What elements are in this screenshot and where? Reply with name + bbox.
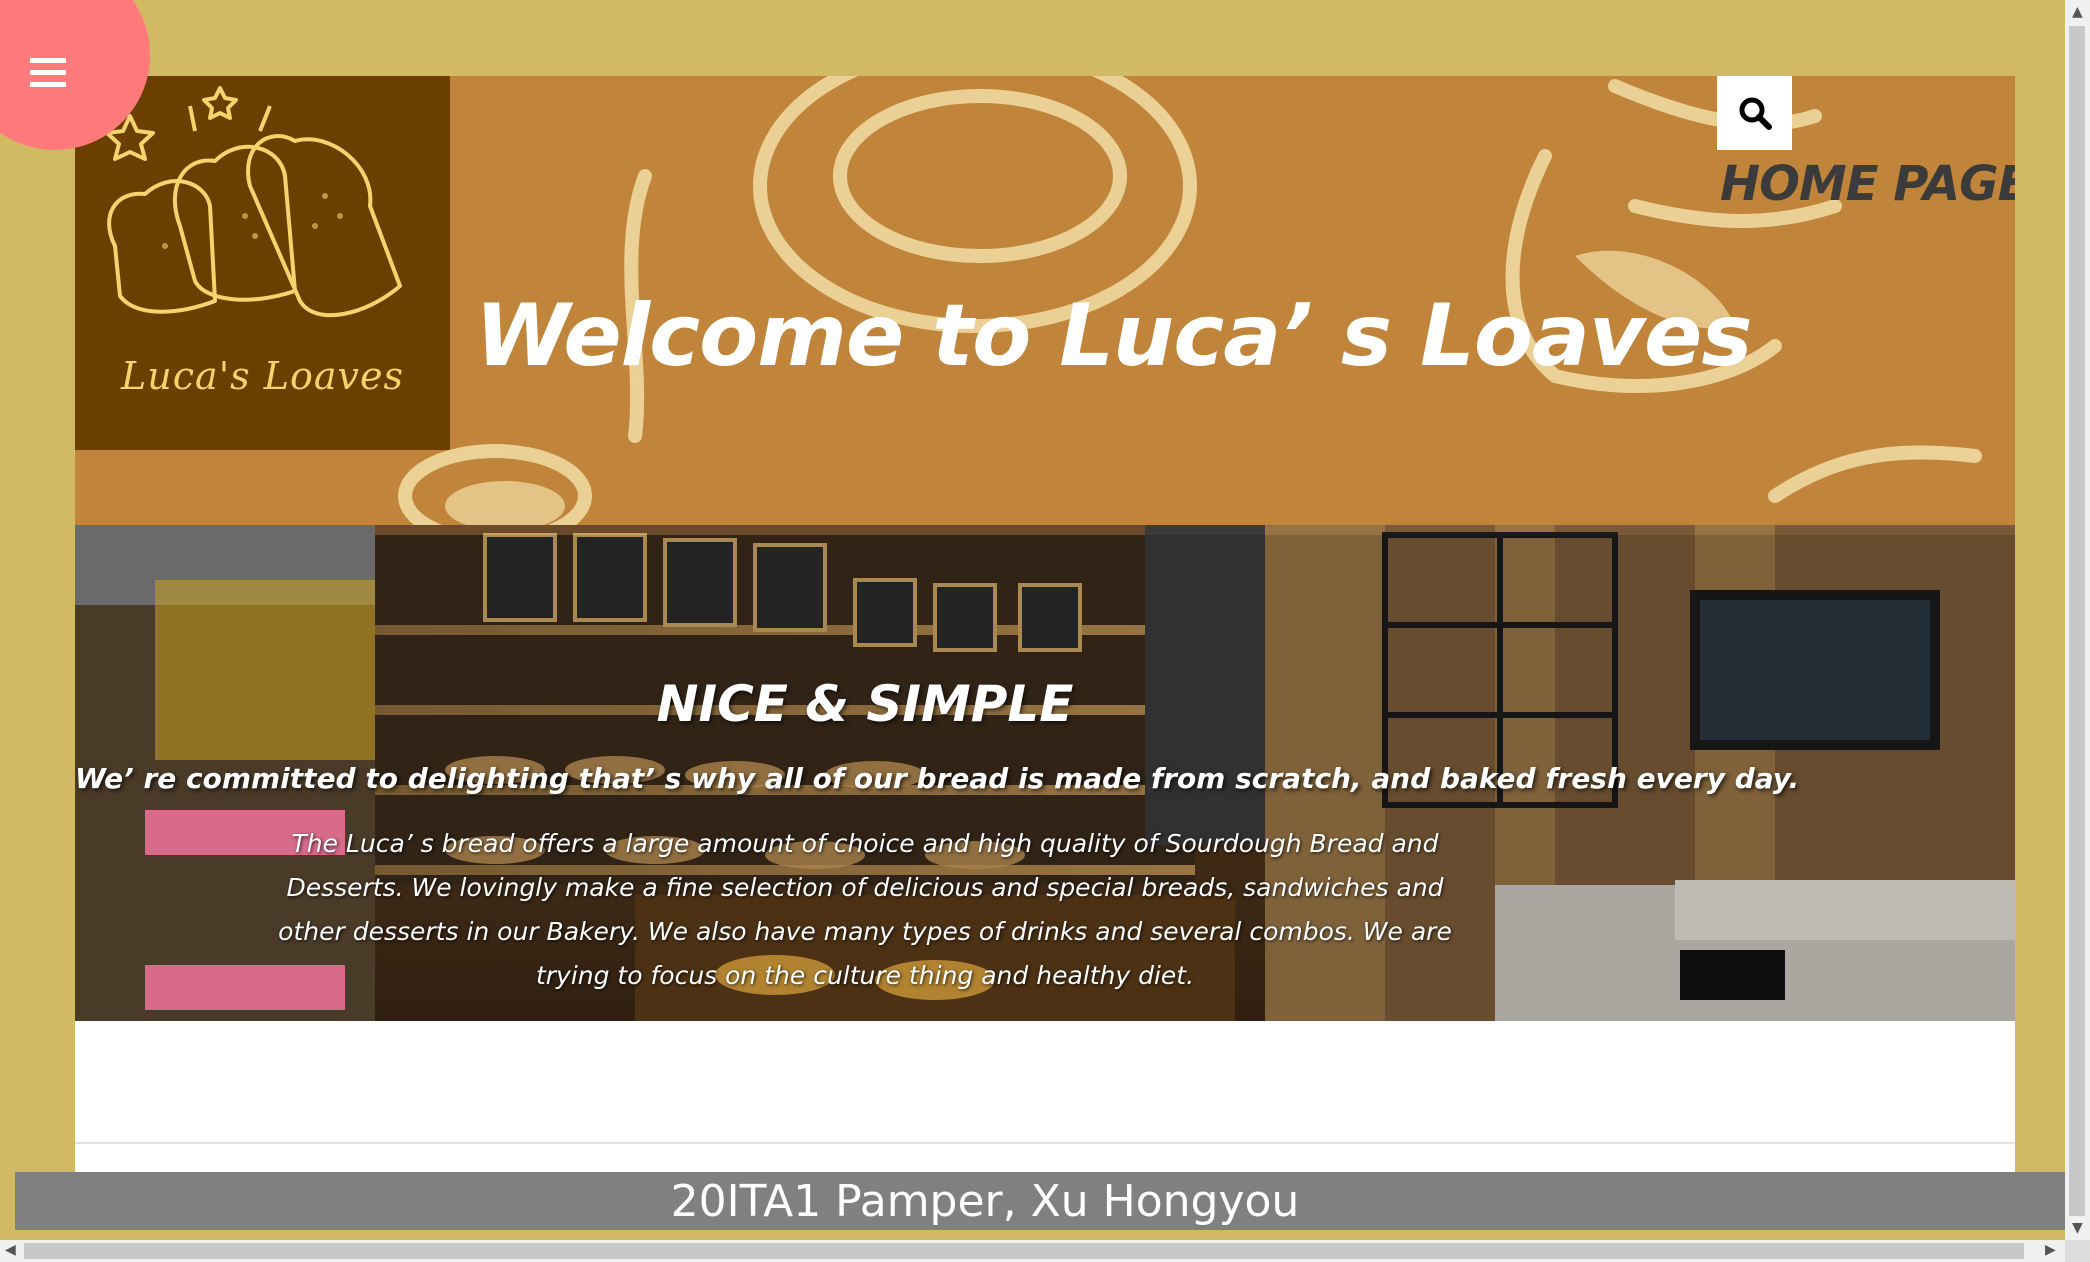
site-header: Luca's Loaves Welcome to Luca’ s Loaves …: [75, 76, 2015, 525]
content-divider: [75, 1142, 2015, 1144]
bread-loaf-logo-icon: [105, 86, 402, 318]
hero-banner: NICE & SIMPLE We’ re committed to deligh…: [75, 525, 2015, 1021]
vertical-scroll-thumb[interactable]: [2069, 26, 2085, 1216]
horizontal-scroll-thumb[interactable]: [24, 1243, 2024, 1259]
scroll-up-arrow-icon[interactable]: ▲: [2072, 4, 2083, 20]
bakery-logo[interactable]: Luca's Loaves: [75, 76, 450, 450]
hero-subtitle: We’ re committed to delighting that’ s w…: [75, 762, 1800, 795]
scroll-left-arrow-icon[interactable]: ◀: [5, 1242, 16, 1258]
footer-bar: 20ITA1 Pamper, Xu Hongyou: [15, 1172, 2065, 1230]
horizontal-scrollbar[interactable]: ◀ ▶: [0, 1240, 2065, 1262]
footer-text: 20ITA1 Pamper, Xu Hongyou: [670, 1176, 1300, 1227]
hero-description: The Luca’ s bread offers a large amount …: [278, 829, 1452, 990]
scroll-right-arrow-icon[interactable]: ▶: [2045, 1242, 2056, 1258]
page-container: Luca's Loaves Welcome to Luca’ s Loaves …: [75, 76, 2015, 1200]
home-page-link[interactable]: HOME PAGE: [1720, 156, 2015, 212]
search-icon: [1739, 97, 1772, 130]
hamburger-menu-icon: [30, 58, 66, 88]
hero-content: NICE & SIMPLE We’ re committed to deligh…: [75, 525, 2015, 1021]
hero-title: NICE & SIMPLE: [656, 675, 1074, 733]
welcome-heading: Welcome to Luca’ s Loaves: [475, 286, 1753, 386]
scroll-down-arrow-icon[interactable]: ▼: [2072, 1220, 2083, 1236]
search-button[interactable]: [1717, 76, 1792, 150]
vertical-scrollbar[interactable]: ▲ ▼: [2065, 0, 2090, 1240]
logo-text: Luca's Loaves: [121, 354, 404, 398]
scrollbar-corner: [2065, 1240, 2090, 1262]
